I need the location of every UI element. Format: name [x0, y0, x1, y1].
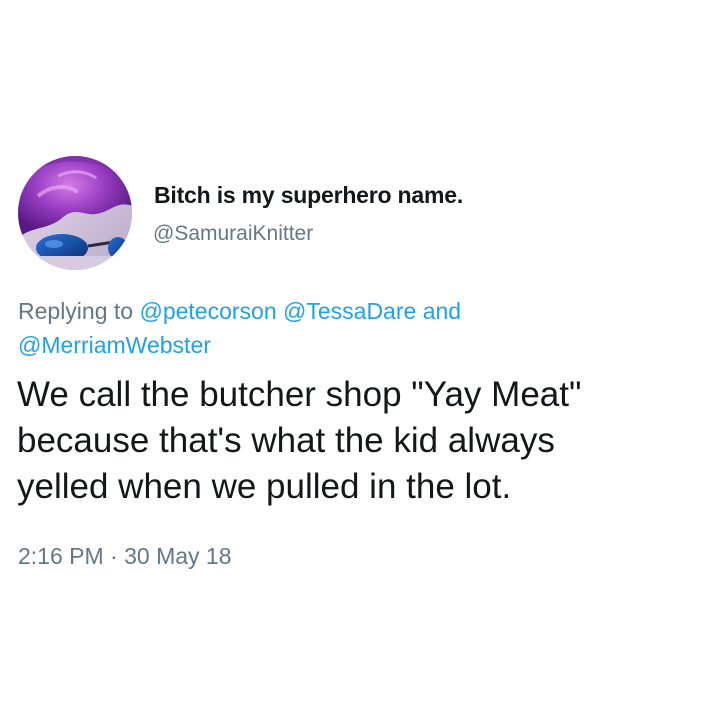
- mention-link-tessadare[interactable]: @TessaDare: [283, 298, 416, 324]
- user-avatar-photo-icon: [18, 156, 132, 270]
- tweet-text-line: yelled when we pulled in the lot.: [17, 467, 512, 506]
- tweet-text-line: We call the butcher shop "Yay Meat": [17, 375, 582, 414]
- tweet-text-line: because that's what the kid always: [17, 421, 555, 460]
- tweet-text: We call the butcher shop "Yay Meat" beca…: [17, 372, 707, 510]
- mention-and-conjunction[interactable]: and: [423, 298, 461, 324]
- mention-link-merriamwebster[interactable]: @MerriamWebster: [18, 332, 211, 358]
- tweet-date: 30 May 18: [124, 543, 232, 569]
- author-display-name[interactable]: Bitch is my superhero name.: [154, 182, 463, 209]
- author-handle[interactable]: @SamuraiKnitter: [153, 222, 313, 246]
- replying-to-line: Replying to @petecorson @TessaDare and @M…: [18, 294, 658, 362]
- timestamp-separator: ·: [103, 543, 125, 569]
- tweet-timestamp[interactable]: 2:16 PM · 30 May 18: [18, 543, 232, 570]
- replying-to-prefix: Replying to: [18, 298, 140, 324]
- mention-link-petecorson[interactable]: @petecorson: [139, 298, 276, 324]
- avatar[interactable]: [18, 156, 132, 270]
- tweet-time: 2:16 PM: [18, 543, 104, 569]
- tweet-card: Bitch is my superhero name. @SamuraiKnit…: [0, 0, 720, 720]
